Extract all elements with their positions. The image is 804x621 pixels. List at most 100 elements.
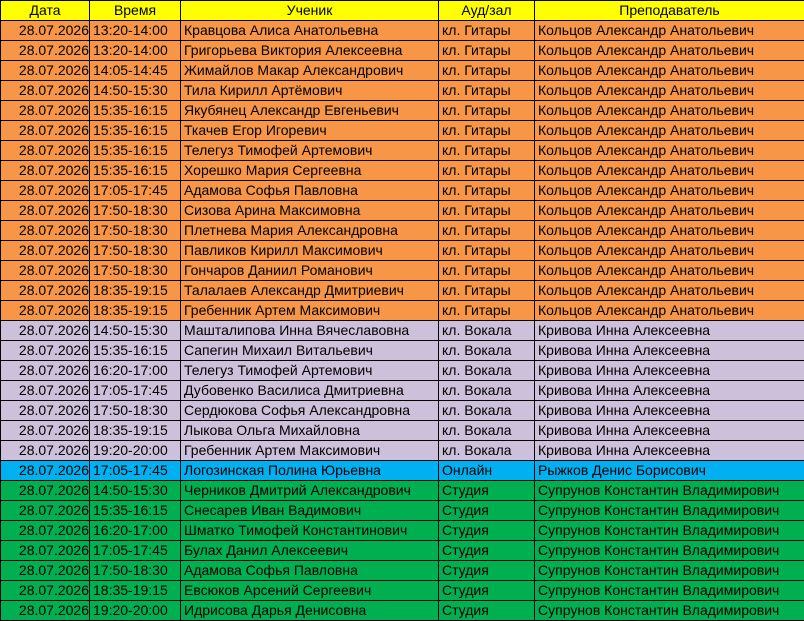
cell-date[interactable]: 28.07.2026 [1,421,90,441]
cell-date[interactable]: 28.07.2026 [1,261,90,281]
cell-room[interactable]: кл. Гитары [439,81,535,101]
cell-student[interactable]: Адамова Софья Павловна [181,561,439,581]
cell-student[interactable]: Шматко Тимофей Константинович [181,521,439,541]
cell-room[interactable]: Студия [439,601,535,621]
cell-student[interactable]: Сапегин Михаил Витальевич [181,341,439,361]
cell-date[interactable]: 28.07.2026 [1,401,90,421]
cell-teacher[interactable]: Кольцов Александр Анатольевич [535,61,804,81]
cell-student[interactable]: Дубовенко Василиса Дмитриевна [181,381,439,401]
cell-time[interactable]: 15:35-16:15 [90,101,181,121]
cell-student[interactable]: Сердюкова Софья Александровна [181,401,439,421]
cell-student[interactable]: Якубянец Александр Евгеньевич [181,101,439,121]
cell-teacher[interactable]: Кольцов Александр Анатольевич [535,181,804,201]
cell-teacher[interactable]: Кольцов Александр Анатольевич [535,21,804,41]
cell-teacher[interactable]: Супрунов Константин Владимирович [535,581,804,601]
cell-time[interactable]: 17:50-18:30 [90,401,181,421]
cell-time[interactable]: 17:05-17:45 [90,541,181,561]
cell-teacher[interactable]: Рыжков Денис Борисович [535,461,804,481]
cell-date[interactable]: 28.07.2026 [1,141,90,161]
cell-date[interactable]: 28.07.2026 [1,201,90,221]
cell-room[interactable]: Онлайн [439,461,535,481]
cell-teacher[interactable]: Кривова Инна Алексеевна [535,341,804,361]
cell-student[interactable]: Машталипова Инна Вячеславовна [181,321,439,341]
cell-room[interactable]: Студия [439,561,535,581]
cell-time[interactable]: 19:20-20:00 [90,601,181,621]
cell-teacher[interactable]: Кольцов Александр Анатольевич [535,81,804,101]
cell-teacher[interactable]: Кривова Инна Алексеевна [535,421,804,441]
cell-teacher[interactable]: Кривова Инна Алексеевна [535,401,804,421]
cell-student[interactable]: Кравцова Алиса Анатольевна [181,21,439,41]
cell-date[interactable]: 28.07.2026 [1,341,90,361]
cell-room[interactable]: Студия [439,541,535,561]
cell-room[interactable]: кл. Гитары [439,301,535,321]
cell-student[interactable]: Адамова Софья Павловна [181,181,439,201]
cell-student[interactable]: Гребенник Артем Максимович [181,441,439,461]
cell-student[interactable]: Телегуз Тимофей Артемович [181,361,439,381]
cell-room[interactable]: кл. Вокала [439,401,535,421]
cell-student[interactable]: Логозинская Полина Юрьевна [181,461,439,481]
cell-room[interactable]: кл. Гитары [439,221,535,241]
cell-teacher[interactable]: Кольцов Александр Анатольевич [535,301,804,321]
cell-student[interactable]: Гончаров Даниил Романович [181,261,439,281]
cell-teacher[interactable]: Кольцов Александр Анатольевич [535,41,804,61]
cell-teacher[interactable]: Кольцов Александр Анатольевич [535,201,804,221]
cell-room[interactable]: кл. Вокала [439,421,535,441]
cell-date[interactable]: 28.07.2026 [1,181,90,201]
cell-date[interactable]: 28.07.2026 [1,481,90,501]
cell-teacher[interactable]: Кольцов Александр Анатольевич [535,141,804,161]
cell-room[interactable]: кл. Гитары [439,241,535,261]
cell-room[interactable]: кл. Гитары [439,181,535,201]
cell-room[interactable]: кл. Вокала [439,361,535,381]
cell-date[interactable]: 28.07.2026 [1,281,90,301]
cell-room[interactable]: кл. Гитары [439,101,535,121]
cell-date[interactable]: 28.07.2026 [1,301,90,321]
cell-student[interactable]: Телегуз Тимофей Артемович [181,141,439,161]
cell-room[interactable]: кл. Вокала [439,321,535,341]
cell-teacher[interactable]: Кольцов Александр Анатольевич [535,101,804,121]
cell-date[interactable]: 28.07.2026 [1,601,90,621]
cell-teacher[interactable]: Супрунов Константин Владимирович [535,481,804,501]
cell-teacher[interactable]: Кольцов Александр Анатольевич [535,261,804,281]
cell-student[interactable]: Лыкова Ольга Михайловна [181,421,439,441]
cell-teacher[interactable]: Кольцов Александр Анатольевич [535,221,804,241]
cell-student[interactable]: Тила Кирилл Артёмович [181,81,439,101]
cell-time[interactable]: 15:35-16:15 [90,121,181,141]
cell-student[interactable]: Черников Дмитрий Александрович [181,481,439,501]
cell-room[interactable]: Студия [439,501,535,521]
cell-student[interactable]: Талалаев Александр Дмитриевич [181,281,439,301]
cell-time[interactable]: 17:05-17:45 [90,461,181,481]
cell-time[interactable]: 17:50-18:30 [90,201,181,221]
cell-time[interactable]: 13:20-14:00 [90,41,181,61]
cell-date[interactable]: 28.07.2026 [1,241,90,261]
cell-date[interactable]: 28.07.2026 [1,541,90,561]
cell-time[interactable]: 15:35-16:15 [90,161,181,181]
cell-time[interactable]: 14:50-15:30 [90,481,181,501]
cell-time[interactable]: 16:20-17:00 [90,361,181,381]
cell-room[interactable]: кл. Гитары [439,121,535,141]
cell-time[interactable]: 15:35-16:15 [90,501,181,521]
cell-teacher[interactable]: Кольцов Александр Анатольевич [535,281,804,301]
cell-room[interactable]: кл. Гитары [439,261,535,281]
cell-room[interactable]: кл. Гитары [439,41,535,61]
cell-teacher[interactable]: Супрунов Константин Владимирович [535,521,804,541]
cell-student[interactable]: Плетнева Мария Александровна [181,221,439,241]
cell-student[interactable]: Хорешко Мария Сергеевна [181,161,439,181]
cell-teacher[interactable]: Супрунов Константин Владимирович [535,601,804,621]
cell-time[interactable]: 17:50-18:30 [90,261,181,281]
cell-teacher[interactable]: Супрунов Константин Владимирович [535,561,804,581]
cell-room[interactable]: кл. Гитары [439,61,535,81]
cell-date[interactable]: 28.07.2026 [1,101,90,121]
cell-time[interactable]: 14:50-15:30 [90,321,181,341]
cell-room[interactable]: кл. Вокала [439,341,535,361]
cell-date[interactable]: 28.07.2026 [1,581,90,601]
cell-room[interactable]: Студия [439,481,535,501]
cell-teacher[interactable]: Кольцов Александр Анатольевич [535,241,804,261]
cell-time[interactable]: 18:35-19:15 [90,301,181,321]
cell-date[interactable]: 28.07.2026 [1,381,90,401]
cell-time[interactable]: 17:05-17:45 [90,181,181,201]
cell-date[interactable]: 28.07.2026 [1,501,90,521]
cell-room[interactable]: кл. Гитары [439,201,535,221]
cell-teacher[interactable]: Супрунов Константин Владимирович [535,541,804,561]
cell-room[interactable]: Студия [439,581,535,601]
cell-time[interactable]: 18:35-19:15 [90,281,181,301]
